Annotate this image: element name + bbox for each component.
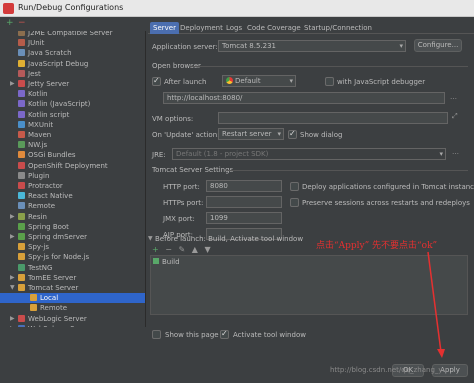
show-page-label: Show this page xyxy=(165,331,219,339)
activate-tool-window-checkbox[interactable] xyxy=(220,329,229,339)
watermark: http://blog.csdn.net/qq_zhang_yu xyxy=(330,366,447,374)
activate-tool-window-label: Activate tool window xyxy=(233,331,306,339)
annotation-arrow xyxy=(427,251,445,358)
show-page-checkbox[interactable] xyxy=(152,330,161,339)
